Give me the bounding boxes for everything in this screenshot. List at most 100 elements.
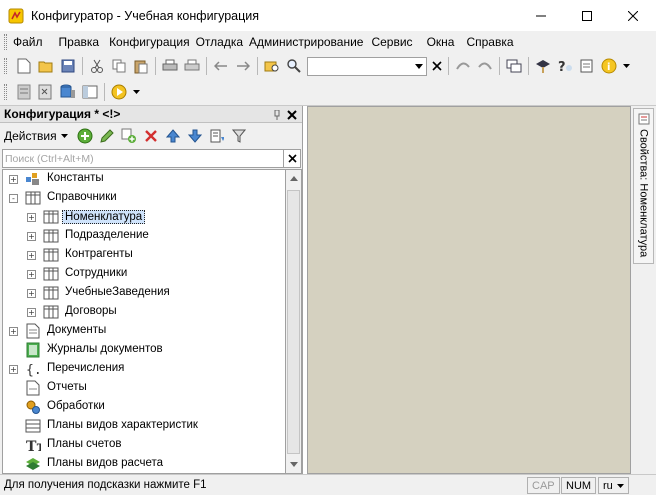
- workspace-area[interactable]: [307, 106, 631, 474]
- close-button[interactable]: [610, 0, 656, 31]
- menu-file[interactable]: Файл: [13, 35, 49, 49]
- tree-item[interactable]: - Справочники: [3, 189, 285, 208]
- redo-button[interactable]: [232, 55, 254, 77]
- add-button[interactable]: [74, 125, 96, 147]
- expand-icon[interactable]: +: [27, 289, 36, 298]
- tree-item[interactable]: Планы видов характеристик: [3, 417, 285, 436]
- undo-button[interactable]: [210, 55, 232, 77]
- tree-item[interactable]: + Сотрудники: [3, 265, 285, 284]
- learning-button[interactable]: [532, 55, 554, 77]
- menu-configuration[interactable]: Конфигурация: [109, 35, 196, 49]
- info-dropdown-button[interactable]: [620, 55, 632, 77]
- tree-item[interactable]: Планы видов расчета: [3, 455, 285, 473]
- config-window-button[interactable]: [79, 81, 101, 103]
- expand-icon[interactable]: +: [27, 251, 36, 260]
- find-next-button[interactable]: [452, 55, 474, 77]
- search-clear-button[interactable]: [429, 55, 445, 77]
- find-next-icon: [456, 62, 470, 70]
- expand-icon[interactable]: +: [27, 308, 36, 317]
- collapse-icon[interactable]: -: [9, 194, 18, 203]
- start-debug-dropdown[interactable]: [130, 81, 142, 103]
- help-button[interactable]: ?: [554, 55, 576, 77]
- tree-item[interactable]: Отчеты: [3, 379, 285, 398]
- copy-item-button[interactable]: [118, 125, 140, 147]
- menu-service[interactable]: Сервис: [371, 35, 418, 49]
- tree-item[interactable]: + Контрагенты: [3, 246, 285, 265]
- chevron-down-icon: [60, 134, 68, 138]
- tree-item[interactable]: + Документы: [3, 322, 285, 341]
- window-icon: [82, 85, 98, 99]
- save-button[interactable]: [57, 55, 79, 77]
- expand-icon[interactable]: +: [27, 232, 36, 241]
- print-button[interactable]: [159, 55, 181, 77]
- tree-scrollbar[interactable]: [285, 169, 302, 474]
- config-button-2[interactable]: [35, 81, 57, 103]
- expand-icon[interactable]: +: [9, 175, 18, 184]
- tree-item[interactable]: Журналы документов: [3, 341, 285, 360]
- toolbar-grip[interactable]: [4, 84, 7, 100]
- menu-administration[interactable]: Администрирование: [249, 35, 369, 49]
- edit-button[interactable]: [96, 125, 118, 147]
- journal-icon: [25, 342, 41, 358]
- copy-button[interactable]: [108, 55, 130, 77]
- cut-button[interactable]: [86, 55, 108, 77]
- open-button[interactable]: [35, 55, 57, 77]
- scroll-thumb[interactable]: [287, 190, 300, 454]
- expand-icon[interactable]: +: [27, 213, 36, 222]
- tree-item[interactable]: + Подразделение: [3, 227, 285, 246]
- windows-button[interactable]: [503, 55, 525, 77]
- catalog-icon: [43, 266, 59, 282]
- expand-icon[interactable]: +: [9, 365, 18, 374]
- expand-icon[interactable]: +: [27, 270, 36, 279]
- find-previous-icon: [478, 62, 492, 70]
- scroll-down-button[interactable]: [286, 456, 301, 473]
- pin-button[interactable]: [274, 109, 280, 123]
- sort-button[interactable]: [206, 125, 228, 147]
- start-debug-button[interactable]: [108, 81, 130, 103]
- paste-button[interactable]: [130, 55, 152, 77]
- menu-help[interactable]: Справка: [466, 35, 519, 49]
- new-button[interactable]: [13, 55, 35, 77]
- delete-button[interactable]: [140, 125, 162, 147]
- chart-of-characteristics-icon: [25, 418, 41, 434]
- tree-item[interactable]: + Номенклатура: [3, 208, 285, 227]
- status-hint: Для получения подсказки нажмите F1: [4, 479, 207, 491]
- print-preview-button[interactable]: [181, 55, 203, 77]
- search-input[interactable]: [2, 149, 284, 168]
- tree-item[interactable]: Обработки: [3, 398, 285, 417]
- tree-item[interactable]: Tт Планы счетов: [3, 436, 285, 455]
- move-up-button[interactable]: [162, 125, 184, 147]
- find-in-files-button[interactable]: [261, 55, 283, 77]
- panel-close-button[interactable]: [287, 108, 297, 123]
- move-down-button[interactable]: [184, 125, 206, 147]
- find-prev-button[interactable]: [474, 55, 496, 77]
- syntax-helper-button[interactable]: [576, 55, 598, 77]
- print-preview-icon: [184, 59, 200, 71]
- toolbar-grip[interactable]: [4, 58, 7, 74]
- cut-icon: [91, 59, 103, 73]
- search-combo-dropdown[interactable]: [412, 58, 426, 75]
- maximize-button[interactable]: [564, 0, 610, 31]
- minimize-button[interactable]: [518, 0, 564, 31]
- database-button[interactable]: [57, 81, 79, 103]
- catalog-icon: [43, 247, 59, 263]
- tree-item[interactable]: + {..} Перечисления: [3, 360, 285, 379]
- language-indicator[interactable]: ru: [598, 477, 629, 494]
- filter-button[interactable]: [228, 125, 250, 147]
- info-button[interactable]: i: [598, 55, 620, 77]
- search-clear-button[interactable]: [284, 149, 301, 168]
- expand-icon[interactable]: +: [9, 327, 18, 336]
- menu-edit[interactable]: Правка: [59, 35, 106, 49]
- tree-item[interactable]: + Константы: [3, 170, 285, 189]
- config-button-1[interactable]: [13, 81, 35, 103]
- menu-debug[interactable]: Отладка: [196, 35, 249, 49]
- tree-item[interactable]: + УчебныеЗаведения: [3, 284, 285, 303]
- search-combo[interactable]: [307, 56, 427, 76]
- menu-windows[interactable]: Окна: [427, 35, 461, 49]
- menu-grip[interactable]: [4, 34, 7, 50]
- actions-menu[interactable]: Действия: [4, 129, 57, 143]
- scroll-up-button[interactable]: [286, 170, 301, 187]
- properties-tab[interactable]: Свойства: Номенклатура: [633, 108, 654, 264]
- find-button[interactable]: [283, 55, 305, 77]
- tree-item[interactable]: + Договоры: [3, 303, 285, 322]
